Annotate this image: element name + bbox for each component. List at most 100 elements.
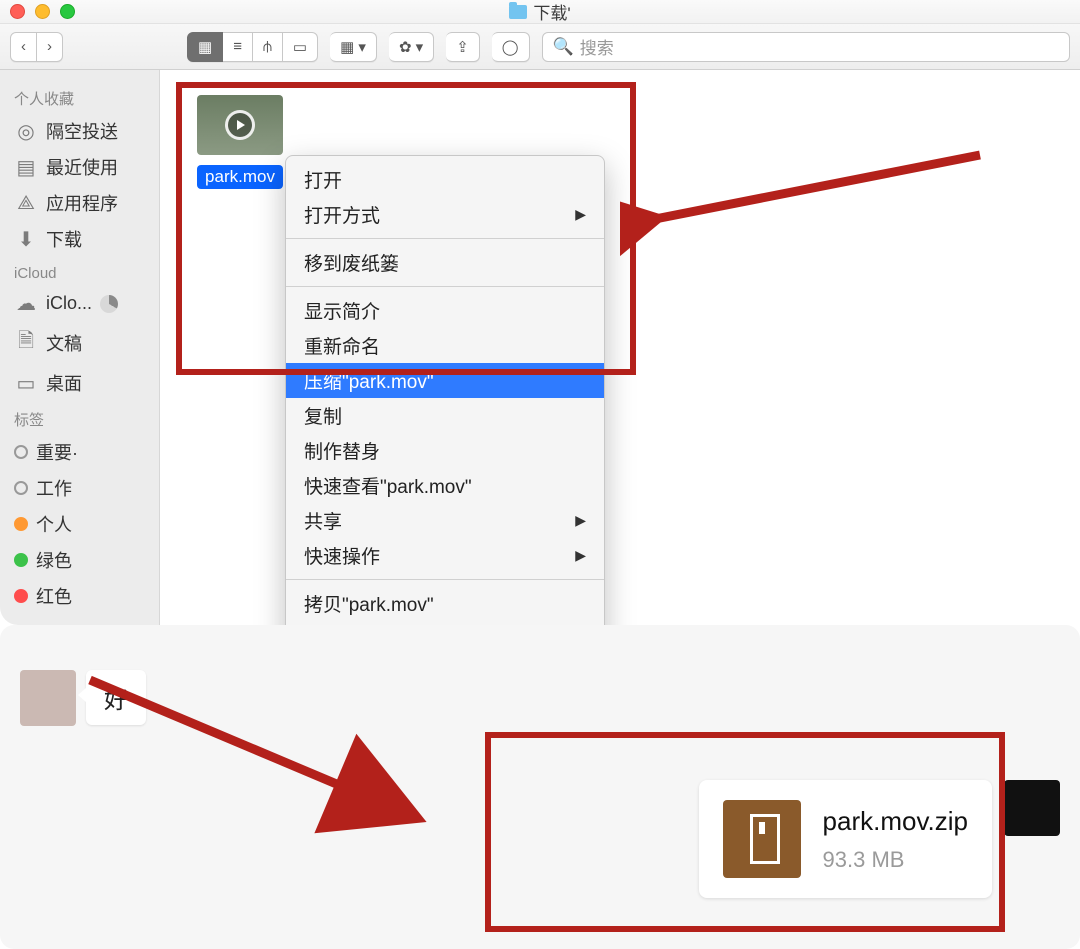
file-attachment-card[interactable]: park.mov.zip 93.3 MB [699,780,992,898]
tag-dot-icon [14,445,28,459]
avatar[interactable] [1004,780,1060,836]
tag-dot-icon [14,589,28,603]
context-menu-label: 拷贝"park.mov" [304,590,434,617]
tag-dot-icon [14,481,28,495]
folder-icon [509,5,527,19]
context-menu-item[interactable]: 重新命名 [286,328,604,363]
sidebar-item-label: 工作 [36,475,72,501]
forward-button[interactable]: › [37,32,63,62]
video-thumbnail [197,95,283,155]
airdrop-icon: ◎ [14,119,38,144]
chat-bubble[interactable]: 好 [86,670,146,725]
sidebar-item-label: 桌面 [46,370,82,396]
zoom-icon[interactable] [60,4,75,19]
window-controls [10,4,75,19]
sidebar-header-favorites: 个人收藏 [6,80,153,113]
chat-window: 好 park.mov.zip 93.3 MB [0,625,1080,949]
sidebar-item-label: 重要· [36,439,78,465]
window-titlebar: 下载' [0,0,1080,24]
sidebar-item-label: 隔空投送 [46,118,118,144]
sidebar-item-label: 绿色 [36,547,72,573]
sidebar-item-apps[interactable]: ⟁ 应用程序 [6,185,153,221]
context-menu-label: 制作替身 [304,437,380,464]
sidebar-item-icloud[interactable]: ☁ iClo... [6,286,153,321]
context-menu-label: 快速操作 [304,542,380,569]
context-menu-label: 压缩"park.mov" [304,367,434,394]
sidebar: 个人收藏 ◎ 隔空投送 ▤ 最近使用 ⟁ 应用程序 ⬇ 下载 iCloud ☁ … [0,70,160,625]
sidebar-tag-work[interactable]: 工作 [6,470,153,506]
context-menu-label: 显示简介 [304,297,380,324]
sidebar-item-label: 应用程序 [46,190,118,216]
sidebar-item-recent[interactable]: ▤ 最近使用 [6,149,153,185]
attachment-filename: park.mov.zip [823,806,968,837]
recent-icon: ▤ [14,155,38,180]
window-title: 下载' [533,0,570,24]
toolbar: ‹ › ▦ ≡ ⫛ ▭ ▦ ▾ ✿ ▾ ⇪ ◯ 🔍 搜索 [0,24,1080,70]
minimize-icon[interactable] [35,4,50,19]
download-icon: ⬇ [14,227,38,252]
sidebar-item-label: 红色 [36,583,72,609]
context-menu-label: 重新命名 [304,332,380,359]
documents-icon: 🗎 [14,326,38,360]
submenu-arrow-icon: ▶ [575,206,586,223]
submenu-arrow-icon: ▶ [575,512,586,529]
context-menu-label: 快速查看"park.mov" [304,472,472,499]
chat-message-incoming: 好 [20,670,146,726]
context-menu-item[interactable]: 快速查看"park.mov" [286,468,604,503]
sidebar-item-label: 最近使用 [46,154,118,180]
action-button[interactable]: ✿ ▾ [389,32,434,62]
sidebar-item-documents[interactable]: 🗎 文稿 [6,321,153,365]
context-menu-item[interactable]: 复制 [286,398,604,433]
context-menu-label: 复制 [304,402,342,429]
sidebar-item-label: 个人 [36,511,72,537]
context-menu-item[interactable]: 打开方式▶ [286,197,604,232]
sidebar-item-downloads[interactable]: ⬇ 下载 [6,221,153,257]
sidebar-item-label: 下载 [46,226,82,252]
sidebar-tag-important[interactable]: 重要· [6,434,153,470]
nav-buttons: ‹ › [10,32,63,62]
context-menu-item[interactable]: 显示简介 [286,293,604,328]
search-input[interactable]: 🔍 搜索 [542,32,1070,62]
context-menu-label: 打开 [304,166,342,193]
tag-dot-icon [14,553,28,567]
list-view-button[interactable]: ≡ [223,32,253,62]
play-icon [225,110,255,140]
tag-dot-icon [14,517,28,531]
group-button[interactable]: ▦ ▾ [330,32,377,62]
file-label: park.mov [197,165,283,189]
avatar[interactable] [20,670,76,726]
context-menu-label: 共享 [304,507,342,534]
file-item-park-mov[interactable]: park.mov [190,95,290,189]
close-icon[interactable] [10,4,25,19]
sidebar-tag-red[interactable]: 红色 [6,578,153,614]
context-menu-item[interactable]: 压缩"park.mov" [286,363,604,398]
sidebar-tag-personal[interactable]: 个人 [6,506,153,542]
context-menu-item[interactable]: 共享 ▶ [286,503,604,538]
attachment-filesize: 93.3 MB [823,847,968,873]
column-view-button[interactable]: ⫛ [253,32,283,62]
context-menu-item[interactable]: 拷贝"park.mov" [286,586,604,621]
submenu-arrow-icon: ▶ [575,547,586,564]
cloud-icon: ☁ [14,291,38,316]
sidebar-item-desktop[interactable]: ▭ 桌面 [6,365,153,401]
context-menu-item[interactable]: 快速操作 ▶ [286,538,604,573]
finder-content[interactable]: park.mov 打开打开方式▶ 移到废纸篓显示简介重新命名压缩"park.mov… [160,70,1080,625]
gallery-view-button[interactable]: ▭ [283,32,318,62]
tag-button[interactable]: ◯ [492,32,530,62]
sidebar-item-airdrop[interactable]: ◎ 隔空投送 [6,113,153,149]
sidebar-header-tags: 标签 [6,401,153,434]
share-button[interactable]: ⇪ [446,32,480,62]
back-button[interactable]: ‹ [10,32,37,62]
search-placeholder: 搜索 [580,34,614,59]
sidebar-tag-green[interactable]: 绿色 [6,542,153,578]
chat-text: 好 [104,687,128,714]
context-menu-item[interactable]: 打开 [286,162,604,197]
zip-icon [723,800,801,878]
apps-icon: ⟁ [14,192,38,215]
context-menu-item[interactable]: 制作替身 [286,433,604,468]
sidebar-header-icloud: iCloud [6,257,153,286]
icon-view-button[interactable]: ▦ [187,32,223,62]
sidebar-item-label: iClo... [46,293,92,314]
context-menu-item[interactable]: 移到废纸篓 [286,245,604,280]
search-icon: 🔍 [553,37,574,57]
